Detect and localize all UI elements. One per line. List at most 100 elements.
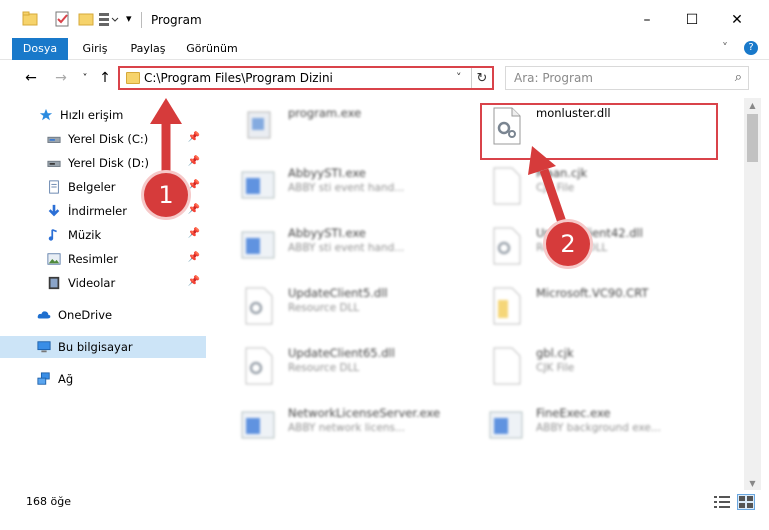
video-icon <box>48 276 60 290</box>
file-item[interactable]: AbbyySTI.exe ABBY sti event hand... <box>230 160 470 220</box>
recent-locations-button[interactable]: ˅ <box>76 69 94 87</box>
app-icon <box>241 231 275 259</box>
scroll-down-icon[interactable]: ▼ <box>744 476 761 490</box>
sidebar-item-onedrive[interactable]: OneDrive <box>0 304 206 326</box>
step-badge-1: 1 <box>144 173 188 217</box>
file-name: FineExec.exe <box>536 406 611 420</box>
pin-icon[interactable]: 📌 <box>188 252 200 263</box>
blank-file-icon <box>493 347 521 385</box>
file-item[interactable]: program.exe <box>230 100 470 160</box>
window-title: Program <box>151 13 202 27</box>
file-name: gbl.cjk <box>536 346 574 360</box>
details-view-icon[interactable] <box>714 495 730 509</box>
up-button[interactable]: ↑ <box>96 69 114 87</box>
pin-icon[interactable]: 📌 <box>188 276 200 287</box>
expand-ribbon-icon[interactable]: ˅ <box>722 41 728 55</box>
maximize-button[interactable]: ☐ <box>677 8 707 32</box>
tab-share[interactable]: Paylaş <box>128 38 168 60</box>
title-bar: ▾ Program – ☐ ✕ <box>0 0 769 38</box>
tab-home[interactable]: Giriş <box>80 38 110 60</box>
download-icon <box>48 204 60 217</box>
sidebar-item-label: Müzik <box>68 228 102 242</box>
close-button[interactable]: ✕ <box>722 8 752 32</box>
pin-icon[interactable]: 📌 <box>188 228 200 239</box>
customize-toolbar-icon[interactable] <box>98 11 120 27</box>
properties-icon[interactable] <box>54 11 70 27</box>
tab-view[interactable]: Görünüm <box>186 38 238 60</box>
help-icon[interactable]: ? <box>744 41 758 55</box>
sidebar-item-local-disk-d[interactable]: Yerel Disk (D:) 📌 <box>0 152 206 174</box>
minimize-button[interactable]: – <box>632 8 662 32</box>
document-icon <box>49 180 59 194</box>
file-item[interactable]: FineExec.exe ABBY background exe... <box>478 400 718 460</box>
app-icon <box>241 171 275 199</box>
pin-icon[interactable]: 📌 <box>188 132 200 143</box>
sidebar-item-music[interactable]: Müzik 📌 <box>0 224 206 246</box>
sidebar-item-label: OneDrive <box>58 308 113 322</box>
drive-icon <box>47 160 61 167</box>
pin-icon[interactable]: 📌 <box>188 180 200 191</box>
star-icon <box>39 108 53 121</box>
back-button[interactable]: ← <box>22 69 40 87</box>
sidebar-item-pictures[interactable]: Resimler 📌 <box>0 248 206 270</box>
picture-icon <box>47 253 61 265</box>
dll-icon <box>245 347 273 385</box>
file-item[interactable]: UpdateClient65.dll Resource DLL <box>230 340 470 400</box>
address-dropdown-icon[interactable]: ˅ <box>456 71 462 84</box>
sidebar-item-network[interactable]: Ağ <box>0 368 206 390</box>
sidebar-item-label: Videolar <box>68 276 116 290</box>
forward-button[interactable]: → <box>52 69 70 87</box>
pin-icon[interactable]: 📌 <box>188 204 200 215</box>
sidebar-item-local-disk-c[interactable]: Yerel Disk (C:) 📌 <box>0 128 206 150</box>
large-icons-view-icon[interactable] <box>737 494 755 510</box>
file-item[interactable]: NetworkLicenseServer.exe ABBY network li… <box>230 400 470 460</box>
folder-file-icon <box>493 287 521 325</box>
sidebar-item-label: Yerel Disk (D:) <box>68 156 150 170</box>
sidebar-item-label: Hızlı erişim <box>60 108 124 122</box>
file-item[interactable]: Maan.cjk CJK File <box>478 160 718 220</box>
file-item[interactable]: Microsoft.VC90.CRT <box>478 280 718 340</box>
sidebar-item-this-pc[interactable]: Bu bilgisayar <box>0 336 206 358</box>
sidebar-item-quick-access[interactable]: Hızlı erişim <box>0 104 206 126</box>
sidebar-item-label: İndirmeler <box>68 204 127 218</box>
folder-icon <box>126 72 140 84</box>
file-item[interactable]: UpdateClient42.dll Resource DLL <box>478 220 718 280</box>
network-icon <box>37 372 50 385</box>
file-desc: ABBY network licens... <box>288 422 405 434</box>
sidebar-item-label: Ağ <box>58 372 74 386</box>
file-highlight-box <box>480 103 718 160</box>
sidebar-item-label: Resimler <box>68 252 118 266</box>
new-folder-icon[interactable] <box>78 11 94 27</box>
folder-icon <box>22 11 38 26</box>
title-divider <box>141 12 142 28</box>
status-bar: 168 öğe <box>0 490 769 530</box>
file-name: program.exe <box>288 106 362 120</box>
scroll-up-icon[interactable]: ▲ <box>744 98 761 112</box>
file-name: NetworkLicenseServer.exe <box>288 406 441 420</box>
pin-icon[interactable]: 📌 <box>188 156 200 167</box>
dll-icon <box>493 227 521 265</box>
search-placeholder: Ara: Program <box>514 71 593 85</box>
file-item[interactable]: gbl.cjk CJK File <box>478 340 718 400</box>
quick-access-dropdown-icon[interactable]: ▾ <box>126 12 132 25</box>
sidebar-item-videos[interactable]: Videolar 📌 <box>0 272 206 294</box>
vertical-scrollbar[interactable]: ▲ ▼ <box>744 98 761 490</box>
file-desc: ABBY background exe... <box>536 422 661 434</box>
file-desc: CJK File <box>536 362 575 374</box>
file-item[interactable]: UpdateClient5.dll Resource DLL <box>230 280 470 340</box>
sidebar-item-label: Belgeler <box>68 180 116 194</box>
search-input[interactable]: Ara: Program ⌕ <box>505 66 749 90</box>
cloud-icon <box>37 311 51 319</box>
tab-file[interactable]: Dosya <box>12 38 68 60</box>
address-bar[interactable]: C:\Program Files\Program Dizini ˅ ↻ <box>118 66 494 90</box>
refresh-button[interactable]: ↻ <box>471 68 492 88</box>
address-path[interactable]: C:\Program Files\Program Dizini <box>144 71 333 85</box>
scroll-thumb[interactable] <box>747 114 758 162</box>
file-item[interactable]: AbbyySTI.exe ABBY sti event hand... <box>230 220 470 280</box>
navigation-pane: Hızlı erişim Yerel Disk (C:) 📌 Yerel Dis… <box>0 98 208 490</box>
file-name: AbbyySTI.exe <box>288 226 366 240</box>
file-name: Maan.cjk <box>536 166 588 180</box>
file-desc: Resource DLL <box>288 302 360 314</box>
search-icon[interactable]: ⌕ <box>735 70 742 85</box>
file-desc: ABBY sti event hand... <box>288 242 405 254</box>
